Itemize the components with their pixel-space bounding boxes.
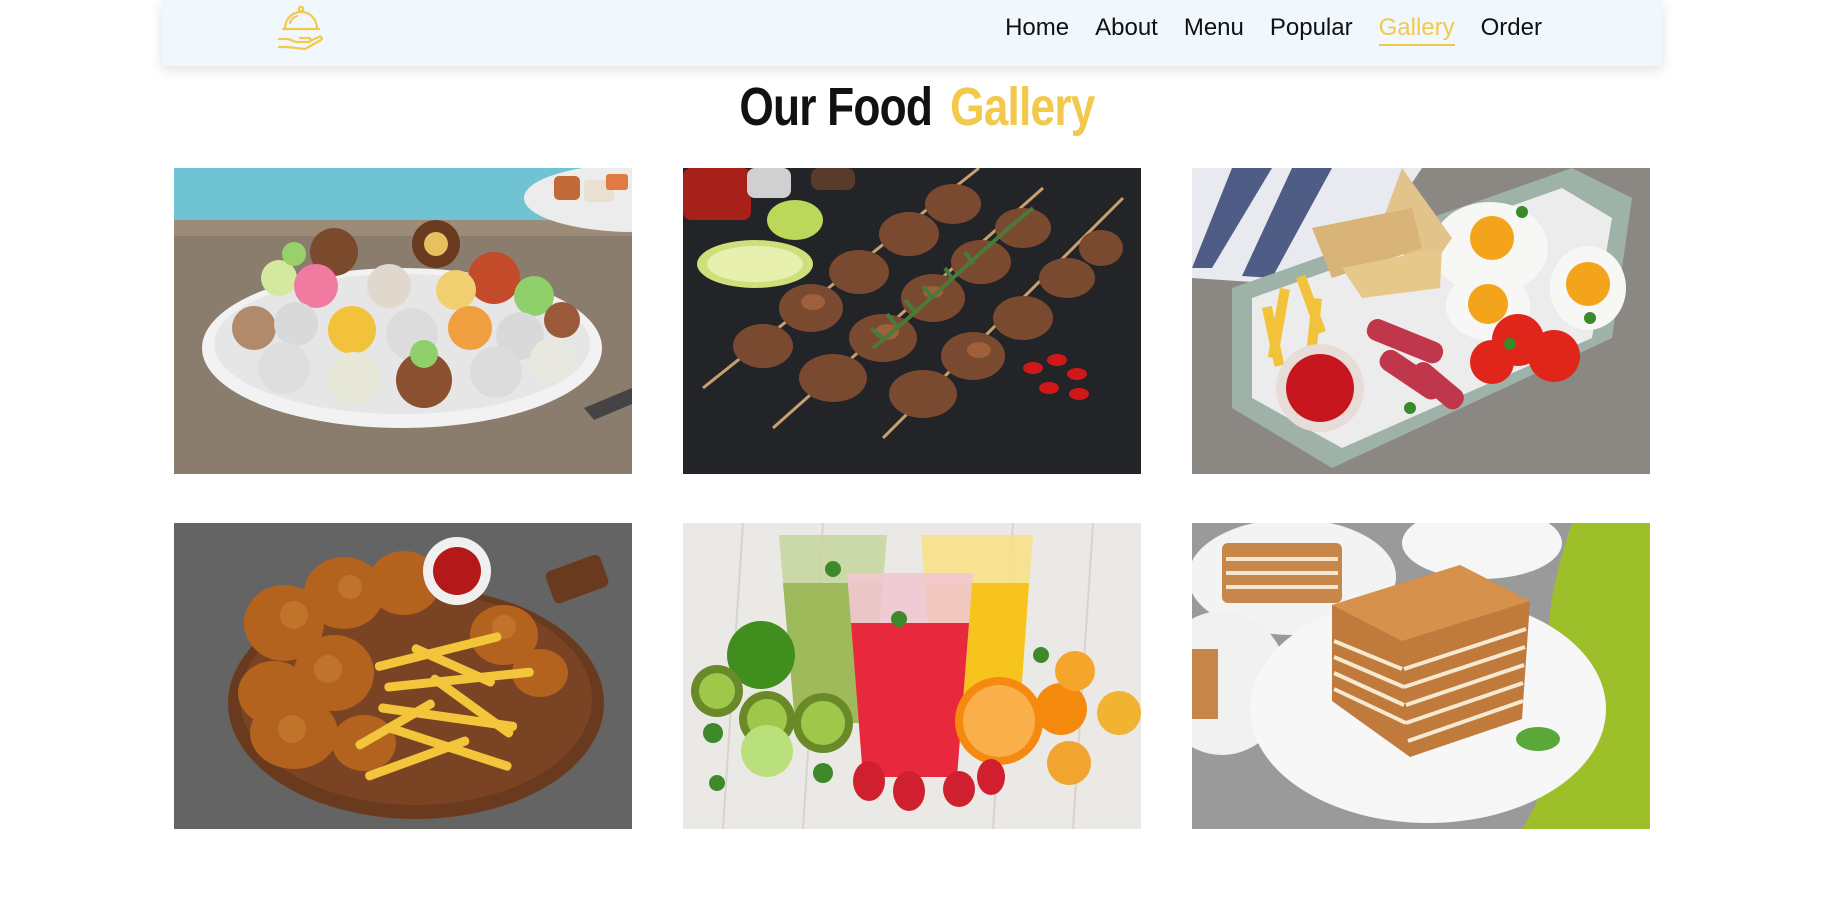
fruit-smoothies-photo <box>683 523 1141 829</box>
gallery-heading: Our Food Gallery <box>165 76 1669 138</box>
navbar: Home About Menu Popular Gallery Order <box>162 0 1662 66</box>
layer-cake-photo <box>1192 523 1650 829</box>
sweets-platter-photo <box>174 168 632 474</box>
gallery-image-sweets[interactable] <box>174 168 632 474</box>
gallery-image-skewers[interactable] <box>683 168 1141 474</box>
nav-links: Home About Menu Popular Gallery Order <box>1005 0 1542 60</box>
heading-first-word: Our Food <box>739 77 933 137</box>
fried-chicken-fries-photo <box>174 523 632 829</box>
breakfast-plate-photo <box>1192 168 1650 474</box>
nav-order[interactable]: Order <box>1481 14 1542 46</box>
nav-popular[interactable]: Popular <box>1270 14 1353 46</box>
grilled-skewers-photo <box>683 168 1141 474</box>
gallery-image-smoothies[interactable] <box>683 523 1141 829</box>
gallery-image-breakfast[interactable] <box>1192 168 1650 474</box>
nav-menu[interactable]: Menu <box>1184 14 1244 46</box>
nav-gallery[interactable]: Gallery <box>1378 14 1455 46</box>
cloche-logo-icon[interactable] <box>275 3 327 51</box>
gallery-image-cake[interactable] <box>1192 523 1650 829</box>
nav-home[interactable]: Home <box>1005 14 1069 46</box>
nav-about[interactable]: About <box>1095 14 1158 46</box>
gallery-image-fried-chicken[interactable] <box>174 523 632 829</box>
heading-second-word: Gallery <box>950 77 1095 137</box>
